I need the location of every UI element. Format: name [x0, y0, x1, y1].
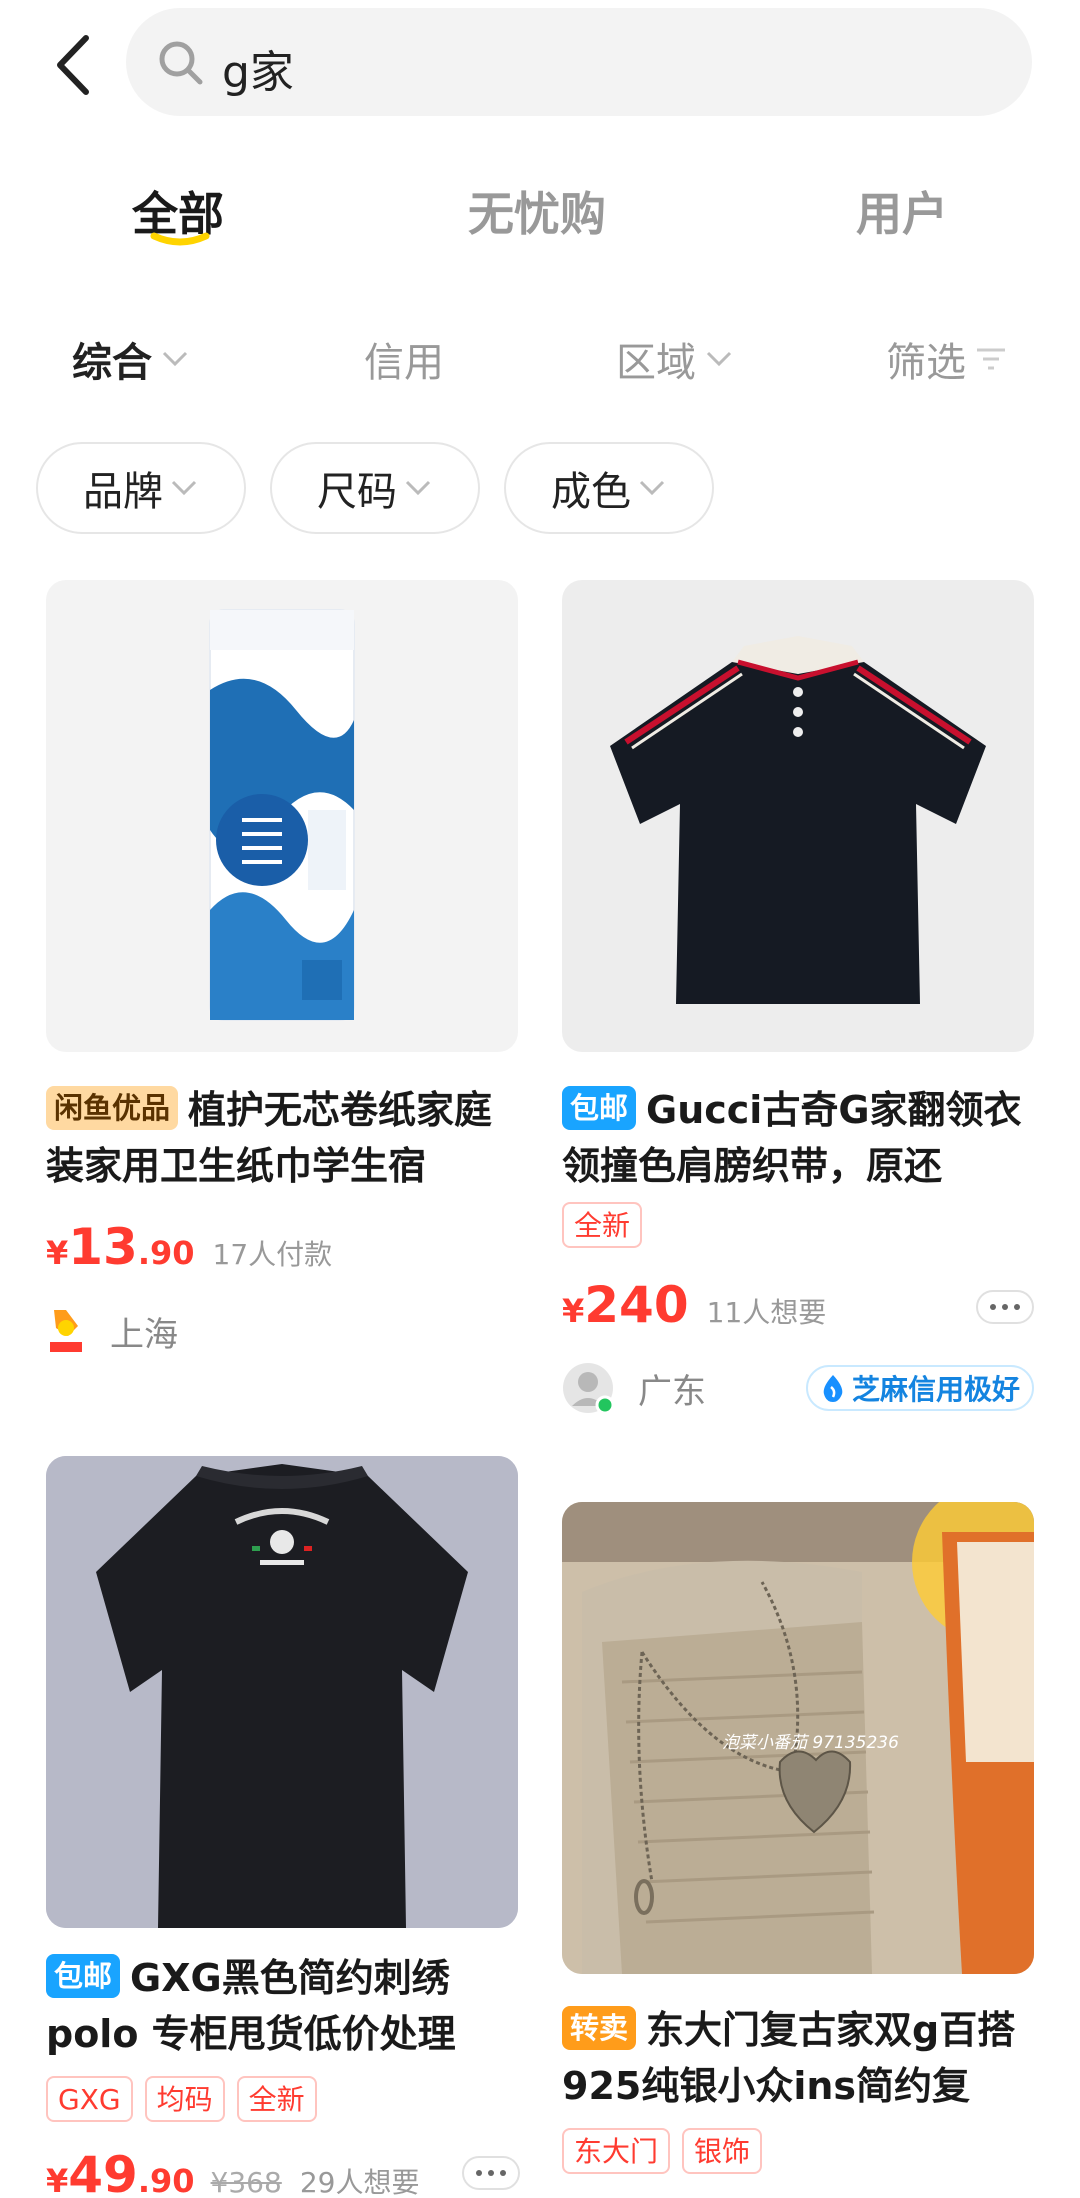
- seller-location: 上海: [110, 1314, 178, 1355]
- more-options-button[interactable]: [976, 1290, 1034, 1324]
- product-tag: 全新: [236, 2076, 317, 2122]
- product-image[interactable]: 泡菜小番茄 97135236: [562, 1502, 1034, 1974]
- free-shipping-badge: 包邮: [46, 1954, 121, 1998]
- black-polo-back-image: [46, 1456, 518, 1928]
- product-tag: 均码: [144, 2076, 225, 2122]
- sort-comprehensive[interactable]: 综合: [72, 330, 190, 388]
- polo-shirt-image: [610, 636, 986, 1004]
- more-options-button[interactable]: [462, 2156, 520, 2190]
- want-count: 11人想要: [706, 1296, 827, 1329]
- product-card[interactable]: 包邮 GXG黑色简约刺绣polo 专柜甩货低价处理 GXG 均码 全新 ¥ 49 …: [46, 1456, 520, 2198]
- tag-row: 全新: [562, 1202, 643, 1248]
- product-title[interactable]: 包邮 Gucci古奇G家翻领衣领撞色肩膀织带，原还: [562, 1082, 1034, 1194]
- product-card[interactable]: 包邮 Gucci古奇G家翻领衣领撞色肩膀织带，原还 全新 ¥ 240 11人想要 …: [562, 580, 1034, 1430]
- product-card[interactable]: 闲鱼优品 植护无芯卷纸家庭装家用卫生纸巾学生宿 ¥ 13 .90 17人付款 上海: [46, 580, 518, 1380]
- search-icon: [159, 41, 203, 85]
- filter-chip-label: 品牌: [83, 469, 163, 515]
- currency-symbol: ¥: [562, 1292, 585, 1330]
- seller-row[interactable]: 广东 芝麻信用极好: [562, 1362, 1034, 1414]
- product-tag: 东大门: [562, 2128, 671, 2174]
- price-row: ¥ 13 .90 17人付款: [46, 1218, 332, 1276]
- filter-chip-size[interactable]: 尺码: [270, 442, 480, 534]
- product-title[interactable]: 转卖 东大门复古家双g百搭925纯银小众ins简约复: [562, 2002, 1034, 2114]
- sort-bar: 综合 信用 区域 筛选: [0, 330, 1080, 390]
- credit-badge: 芝麻信用极好: [805, 1365, 1034, 1411]
- tag-row: GXG 均码 全新: [46, 2076, 317, 2122]
- sort-filter-label: 筛选: [886, 340, 966, 386]
- product-title[interactable]: 闲鱼优品 植护无芯卷纸家庭装家用卫生纸巾学生宿: [46, 1082, 518, 1194]
- sesame-credit-icon: [823, 1375, 843, 1402]
- tab-worry-free[interactable]: 无忧购: [468, 178, 606, 244]
- currency-symbol: ¥: [46, 1234, 69, 1272]
- image-watermark: 泡菜小番茄 97135236: [722, 1733, 899, 1753]
- filter-chip-label: 成色: [551, 469, 631, 515]
- avatar-icon: [563, 1363, 614, 1414]
- filter-chip-label: 尺码: [317, 469, 397, 515]
- filter-chip-brand[interactable]: 品牌: [36, 442, 246, 534]
- free-shipping-badge: 包邮: [562, 1086, 637, 1130]
- price-integer: 13: [68, 1218, 138, 1276]
- currency-symbol: ¥: [46, 2162, 69, 2198]
- product-image[interactable]: [46, 580, 518, 1052]
- chevron-down-icon: [405, 480, 431, 496]
- sort-filter[interactable]: 筛选: [886, 330, 1008, 388]
- sort-region-label: 区域: [616, 340, 696, 386]
- tag-row: 东大门 银饰: [562, 2128, 763, 2174]
- result-tabs: 全部 无忧购 用户: [0, 170, 1080, 260]
- product-tag: 全新: [562, 1202, 643, 1248]
- price-row: ¥ 49 .90 ¥368 29人想要: [46, 2146, 419, 2198]
- price-decimal: .90: [137, 1234, 195, 1272]
- sort-credit-label: 信用: [364, 340, 444, 386]
- price-integer: 240: [584, 1276, 689, 1334]
- filter-icon: [977, 348, 1005, 370]
- credit-text: 芝麻信用极好: [851, 1373, 1020, 1406]
- product-title[interactable]: 包邮 GXG黑色简约刺绣polo 专柜甩货低价处理: [46, 1950, 518, 2062]
- chevron-down-icon: [639, 480, 665, 496]
- seller-row[interactable]: 上海: [46, 1306, 178, 1356]
- sort-credit[interactable]: 信用: [364, 330, 444, 388]
- product-image[interactable]: [46, 1456, 518, 1928]
- product-image[interactable]: [562, 580, 1034, 1052]
- haoshifa-logo: [50, 1310, 82, 1352]
- product-tag: 银饰: [682, 2128, 763, 2174]
- back-button[interactable]: [48, 30, 108, 100]
- sort-comprehensive-label: 综合: [72, 340, 152, 386]
- price-decimal: .90: [137, 2162, 195, 2198]
- xianyu-youpin-badge: 闲鱼优品: [46, 1086, 179, 1130]
- product-card[interactable]: 泡菜小番茄 97135236 转卖 东大门复古家双g百搭925纯银小众ins简约复…: [562, 1502, 1034, 2198]
- price-integer: 49: [68, 2146, 138, 2198]
- toilet-paper-image: [209, 609, 355, 1021]
- want-count: 29人想要: [299, 2166, 420, 2198]
- sort-region[interactable]: 区域: [616, 330, 734, 388]
- chevron-down-icon: [162, 351, 188, 367]
- search-bar[interactable]: g家: [126, 8, 1032, 116]
- resale-badge: 转卖: [562, 2006, 637, 2050]
- chevron-down-icon: [171, 480, 197, 496]
- price-row: ¥ 240 11人想要: [562, 1276, 826, 1334]
- chevron-down-icon: [706, 351, 732, 367]
- chevron-left-icon: [57, 35, 89, 95]
- original-price: ¥368: [210, 2166, 282, 2198]
- seller-location: 广东: [638, 1371, 706, 1412]
- purchase-count: 17人付款: [212, 1238, 333, 1271]
- tab-active-indicator: [150, 232, 210, 246]
- product-tag: GXG: [46, 2076, 133, 2122]
- search-query[interactable]: g家: [222, 36, 294, 100]
- filter-chip-condition[interactable]: 成色: [504, 442, 714, 534]
- header: g家: [0, 0, 1080, 130]
- tab-users[interactable]: 用户: [856, 178, 948, 244]
